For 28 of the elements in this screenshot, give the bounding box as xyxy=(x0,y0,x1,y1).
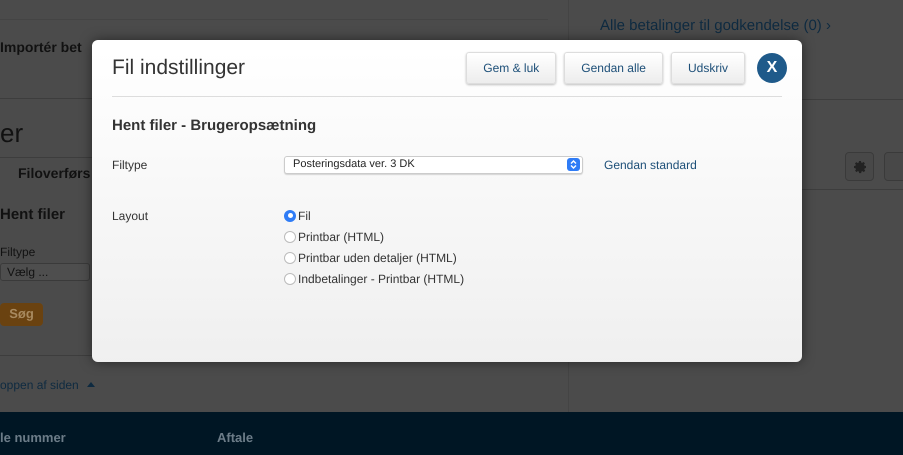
field-label: Layout xyxy=(112,208,150,224)
radio-button[interactable] xyxy=(284,252,296,264)
filetype-select[interactable]: Posteringsdata ver. 3 DK xyxy=(284,156,583,174)
dialog-title: Fil indstillinger xyxy=(112,55,246,82)
close-button[interactable]: X xyxy=(757,53,787,83)
reset-link[interactable]: Gendan standard xyxy=(604,156,697,174)
radio-option[interactable]: Fil xyxy=(284,208,464,224)
settings-icon xyxy=(852,158,868,174)
footer-heading: Aftale xyxy=(217,430,254,446)
toolbar-button[interactable]: Gendan alle xyxy=(564,52,663,84)
radio-button[interactable] xyxy=(284,230,296,242)
section-title: Hent filer - Brugeropsætning xyxy=(112,116,318,136)
settings-button[interactable] xyxy=(845,152,874,181)
page-title: er xyxy=(0,117,24,149)
import-heading: Importér bet xyxy=(0,38,82,56)
radio-option[interactable]: Printbar (HTML) xyxy=(284,228,464,244)
radio-button[interactable] xyxy=(284,210,296,222)
radio-option[interactable]: Indbetalinger - Printbar (HTML) xyxy=(284,270,464,286)
toolbar-button[interactable]: Gem & luk xyxy=(466,52,556,84)
section-heading: Hent filer xyxy=(0,205,66,225)
caret-up-icon xyxy=(86,382,95,387)
field-label: Filtype xyxy=(112,156,148,174)
footer-heading: le nummer xyxy=(0,430,67,446)
filter-label: Filtype xyxy=(0,244,36,260)
radio-option[interactable]: Printbar uden detaljer (HTML) xyxy=(284,250,464,266)
radio-button[interactable] xyxy=(284,272,296,284)
select-arrows-icon xyxy=(567,158,580,171)
toolbar-button[interactable]: Udskriv xyxy=(670,52,745,84)
